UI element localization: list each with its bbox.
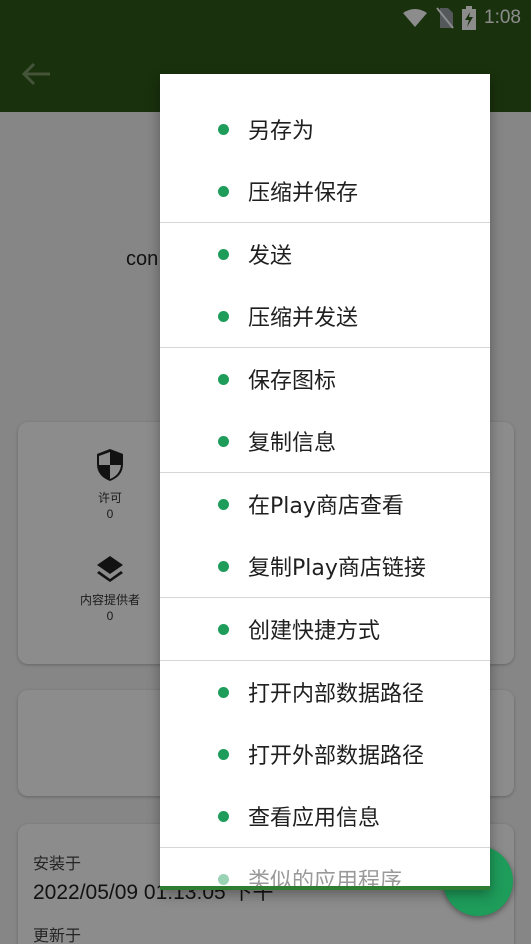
menu-item-view-play[interactable]: 在Play商店查看 [160,473,490,535]
menu-group-paths: 打开内部数据路径 打开外部数据路径 查看应用信息 [160,661,490,848]
menu-group-save: 另存为 压缩并保存 [160,74,490,223]
menu-item-open-internal-path[interactable]: 打开内部数据路径 [160,661,490,723]
menu-group-shortcut: 创建快捷方式 [160,598,490,661]
bullet-icon [218,499,229,510]
bullet-icon [218,687,229,698]
menu-item-save-icon[interactable]: 保存图标 [160,348,490,410]
menu-item-similar-apps[interactable]: 类似的应用程序 [160,848,490,890]
menu-group-send: 发送 压缩并发送 [160,223,490,348]
menu-item-create-shortcut[interactable]: 创建快捷方式 [160,598,490,660]
menu-item-send[interactable]: 发送 [160,223,490,285]
menu-item-copy-info[interactable]: 复制信息 [160,410,490,472]
bullet-icon [218,624,229,635]
menu-group-icon: 保存图标 复制信息 [160,348,490,473]
bullet-icon [218,249,229,260]
menu-item-compress-send[interactable]: 压缩并发送 [160,285,490,347]
menu-item-open-external-path[interactable]: 打开外部数据路径 [160,723,490,785]
menu-item-compress-save[interactable]: 压缩并保存 [160,160,490,222]
menu-item-copy-play-link[interactable]: 复制Play商店链接 [160,535,490,597]
bullet-icon [218,811,229,822]
bullet-icon [218,374,229,385]
menu-scroll-edge [160,886,490,890]
menu-item-save-as[interactable]: 另存为 [160,98,490,160]
bullet-icon [218,561,229,572]
bullet-icon [218,874,229,885]
bullet-icon [218,186,229,197]
overflow-menu: 另存为 压缩并保存 发送 压缩并发送 保存图标 复制信息 在Play商店查看 复… [160,74,490,890]
bullet-icon [218,749,229,760]
menu-group-similar: 类似的应用程序 [160,848,490,890]
bullet-icon [218,124,229,135]
menu-item-view-app-info[interactable]: 查看应用信息 [160,785,490,847]
bullet-icon [218,436,229,447]
bullet-icon [218,311,229,322]
menu-group-play: 在Play商店查看 复制Play商店链接 [160,473,490,598]
